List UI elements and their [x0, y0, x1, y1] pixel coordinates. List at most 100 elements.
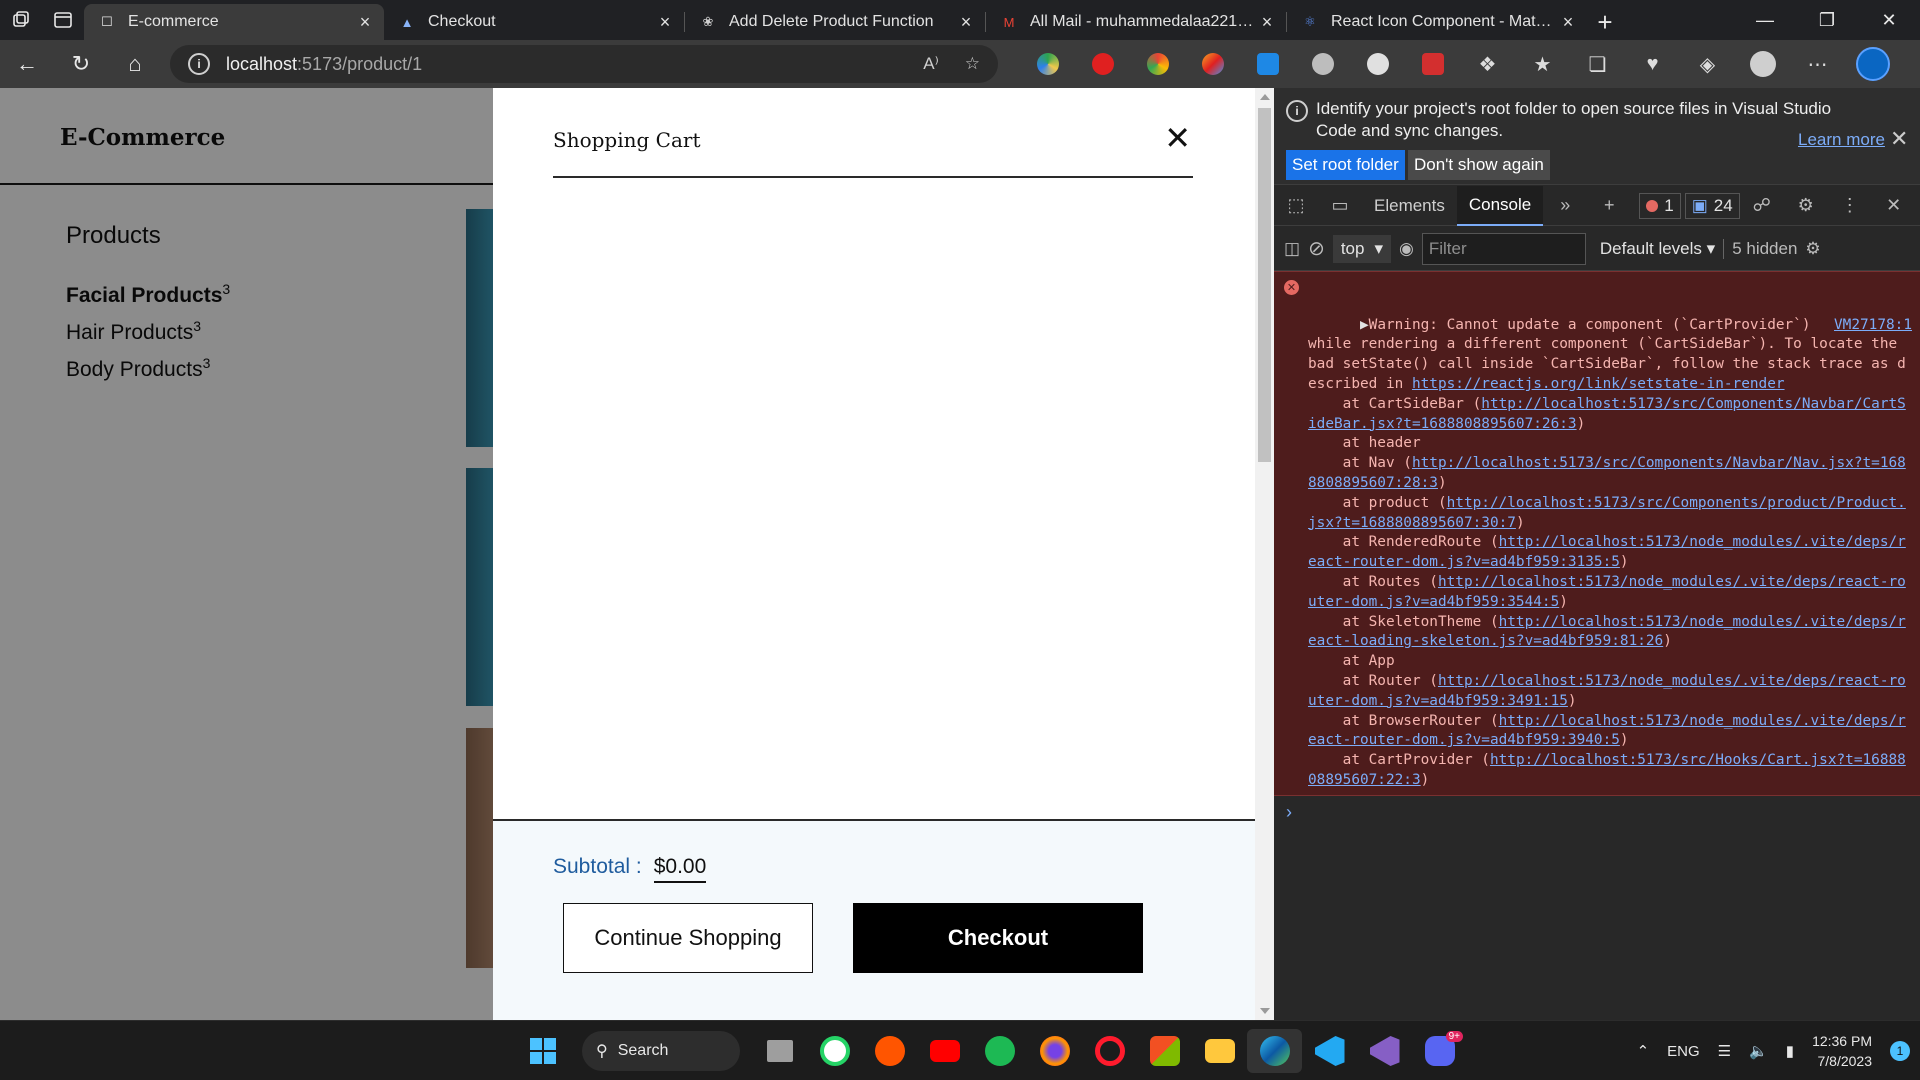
- performance-icon[interactable]: ♥: [1625, 44, 1680, 84]
- read-aloud-icon[interactable]: A⁾: [923, 54, 939, 74]
- extension-globe-icon[interactable]: [1295, 44, 1350, 84]
- edge-icon[interactable]: [1247, 1029, 1302, 1073]
- vscode-icon[interactable]: [1302, 1029, 1357, 1073]
- connect-icon[interactable]: ☍: [1740, 195, 1784, 216]
- expand-triangle-icon[interactable]: ▶: [1360, 317, 1369, 333]
- extension-badge-icon[interactable]: [1350, 44, 1405, 84]
- close-tab-icon[interactable]: ×: [957, 12, 975, 33]
- visual-studio-icon[interactable]: [1357, 1029, 1412, 1073]
- restore-button[interactable]: ❐: [1796, 0, 1858, 40]
- context-selector[interactable]: top ▾: [1332, 234, 1392, 263]
- wifi-icon[interactable]: ☰: [1718, 1042, 1731, 1060]
- customize-menu-icon[interactable]: ⋮: [1828, 195, 1872, 216]
- sidebar-toggle-icon[interactable]: ◫: [1284, 239, 1300, 259]
- extension-red-hand-icon[interactable]: [1075, 44, 1130, 84]
- extension-chrome-icon[interactable]: [1130, 44, 1185, 84]
- set-root-folder-button[interactable]: Set root folder: [1286, 150, 1405, 180]
- back-button[interactable]: ←: [0, 44, 54, 84]
- task-view-icon[interactable]: [752, 1029, 807, 1073]
- console-filter-input[interactable]: Filter: [1421, 232, 1586, 265]
- volume-icon[interactable]: 🔈: [1749, 1042, 1768, 1060]
- continue-shopping-button[interactable]: Continue Shopping: [563, 903, 813, 973]
- scroll-up-arrow-icon[interactable]: [1260, 94, 1270, 100]
- message-count-badge[interactable]: ▣ 24: [1684, 192, 1740, 219]
- time: 12:36 PM: [1812, 1033, 1872, 1049]
- dont-show-again-button[interactable]: Don't show again: [1408, 150, 1550, 180]
- close-window-button[interactable]: ✕: [1858, 0, 1920, 40]
- file-explorer-icon[interactable]: [1192, 1029, 1247, 1073]
- close-devtools-icon[interactable]: ✕: [1872, 195, 1916, 216]
- more-tabs-icon[interactable]: »: [1543, 195, 1587, 216]
- browser-tab[interactable]: M All Mail - muhammedalaa2213@ ×: [986, 4, 1286, 40]
- close-tab-icon[interactable]: ×: [1559, 12, 1577, 33]
- console-settings-icon[interactable]: ⚙: [1805, 239, 1820, 259]
- live-expression-eye-icon[interactable]: ◉: [1399, 239, 1414, 259]
- extensions-row: ❖ ★ ❏ ♥ ◈ ⋯: [1020, 44, 1900, 84]
- spotify-icon[interactable]: [972, 1029, 1027, 1073]
- close-tab-icon[interactable]: ×: [356, 12, 374, 33]
- new-tab-button[interactable]: +: [1587, 4, 1623, 40]
- whatsapp-icon[interactable]: [807, 1029, 862, 1073]
- browser-essentials-icon[interactable]: ◈: [1680, 44, 1735, 84]
- extension-green-icon[interactable]: [1020, 44, 1075, 84]
- stack-link[interactable]: https://reactjs.org/link/setstate-in-ren…: [1412, 376, 1785, 392]
- error-source-link[interactable]: VM27178:1: [1834, 316, 1912, 336]
- notification-badge[interactable]: 1: [1890, 1041, 1910, 1061]
- site-info-icon[interactable]: i: [188, 53, 210, 75]
- collections-icon[interactable]: ❏: [1570, 44, 1625, 84]
- discord-icon[interactable]: 9+: [1412, 1029, 1467, 1073]
- browser-tab[interactable]: ❀ Add Delete Product Function ×: [685, 4, 985, 40]
- inspect-element-icon[interactable]: ⬚: [1274, 195, 1318, 216]
- refresh-button[interactable]: ↻: [54, 44, 108, 84]
- battery-icon[interactable]: ▮: [1786, 1042, 1794, 1060]
- start-windows-icon[interactable]: [515, 1029, 570, 1073]
- browser-tab[interactable]: ⚛ React Icon Component - Materia ×: [1287, 4, 1587, 40]
- home-button[interactable]: ⌂: [108, 44, 162, 84]
- extensions-puzzle-icon[interactable]: ❖: [1460, 44, 1515, 84]
- log-levels-dropdown[interactable]: Default levels ▾: [1600, 239, 1715, 259]
- clock[interactable]: 12:36 PM 7/8/2023: [1812, 1031, 1872, 1071]
- device-toolbar-icon[interactable]: ▭: [1318, 195, 1362, 216]
- taskbar-search[interactable]: ⚲ Search: [582, 1031, 740, 1071]
- tab-console[interactable]: Console: [1456, 185, 1544, 226]
- chevron-up-icon[interactable]: ⌃: [1637, 1042, 1650, 1060]
- youtube-icon[interactable]: [917, 1029, 972, 1073]
- tab-actions-icon[interactable]: [42, 0, 84, 40]
- more-menu-icon[interactable]: ⋯: [1790, 44, 1845, 84]
- address-bar[interactable]: i localhost:5173/product/1 A⁾ ☆: [170, 45, 998, 83]
- browser-tab[interactable]: ▲ Checkout ×: [384, 4, 684, 40]
- error-count-badge[interactable]: 1: [1639, 192, 1681, 219]
- extension-colorful-icon[interactable]: [1185, 44, 1240, 84]
- close-tab-icon[interactable]: ×: [1258, 12, 1276, 33]
- firefox-icon[interactable]: [1027, 1029, 1082, 1073]
- favorites-icon[interactable]: ★: [1515, 44, 1570, 84]
- opera-icon[interactable]: [1082, 1029, 1137, 1073]
- page-scrollbar[interactable]: [1255, 88, 1274, 1020]
- stack-trace-line: at BrowserRouter (http://localhost:5173/…: [1308, 713, 1906, 749]
- minimize-button[interactable]: —: [1734, 0, 1796, 40]
- add-tab-icon[interactable]: +: [1587, 195, 1631, 216]
- cart-title: Shopping Cart: [553, 128, 701, 152]
- bing-copilot-icon[interactable]: [1845, 44, 1900, 84]
- profile-avatar[interactable]: [1735, 44, 1790, 84]
- infobar-close-icon[interactable]: ✕: [1890, 126, 1908, 152]
- language-indicator[interactable]: ENG: [1667, 1043, 1700, 1060]
- tab-elements[interactable]: Elements: [1362, 186, 1457, 226]
- browser-tab[interactable]: ☐ E-commerce ×: [84, 4, 384, 40]
- extension-red-square-icon[interactable]: [1405, 44, 1460, 84]
- extension-drop-icon[interactable]: [1240, 44, 1295, 84]
- console-error-message[interactable]: ✕ VM27178:1 ▶Warning: Cannot update a com…: [1274, 271, 1920, 796]
- microsoft-store-icon[interactable]: [1137, 1029, 1192, 1073]
- checkout-button[interactable]: Checkout: [853, 903, 1143, 973]
- settings-gear-icon[interactable]: ⚙: [1784, 195, 1828, 216]
- scrollbar-thumb[interactable]: [1258, 108, 1271, 462]
- soundcloud-icon[interactable]: [862, 1029, 917, 1073]
- console-prompt[interactable]: ›: [1274, 796, 1920, 829]
- scroll-down-arrow-icon[interactable]: [1260, 1008, 1270, 1014]
- close-tab-icon[interactable]: ×: [656, 12, 674, 33]
- workspaces-icon[interactable]: [0, 0, 42, 40]
- learn-more-link[interactable]: Learn more: [1798, 130, 1885, 150]
- favorite-star-icon[interactable]: ☆: [965, 54, 980, 74]
- close-icon[interactable]: ✕: [1164, 122, 1191, 154]
- clear-console-icon[interactable]: ⊘: [1308, 236, 1325, 261]
